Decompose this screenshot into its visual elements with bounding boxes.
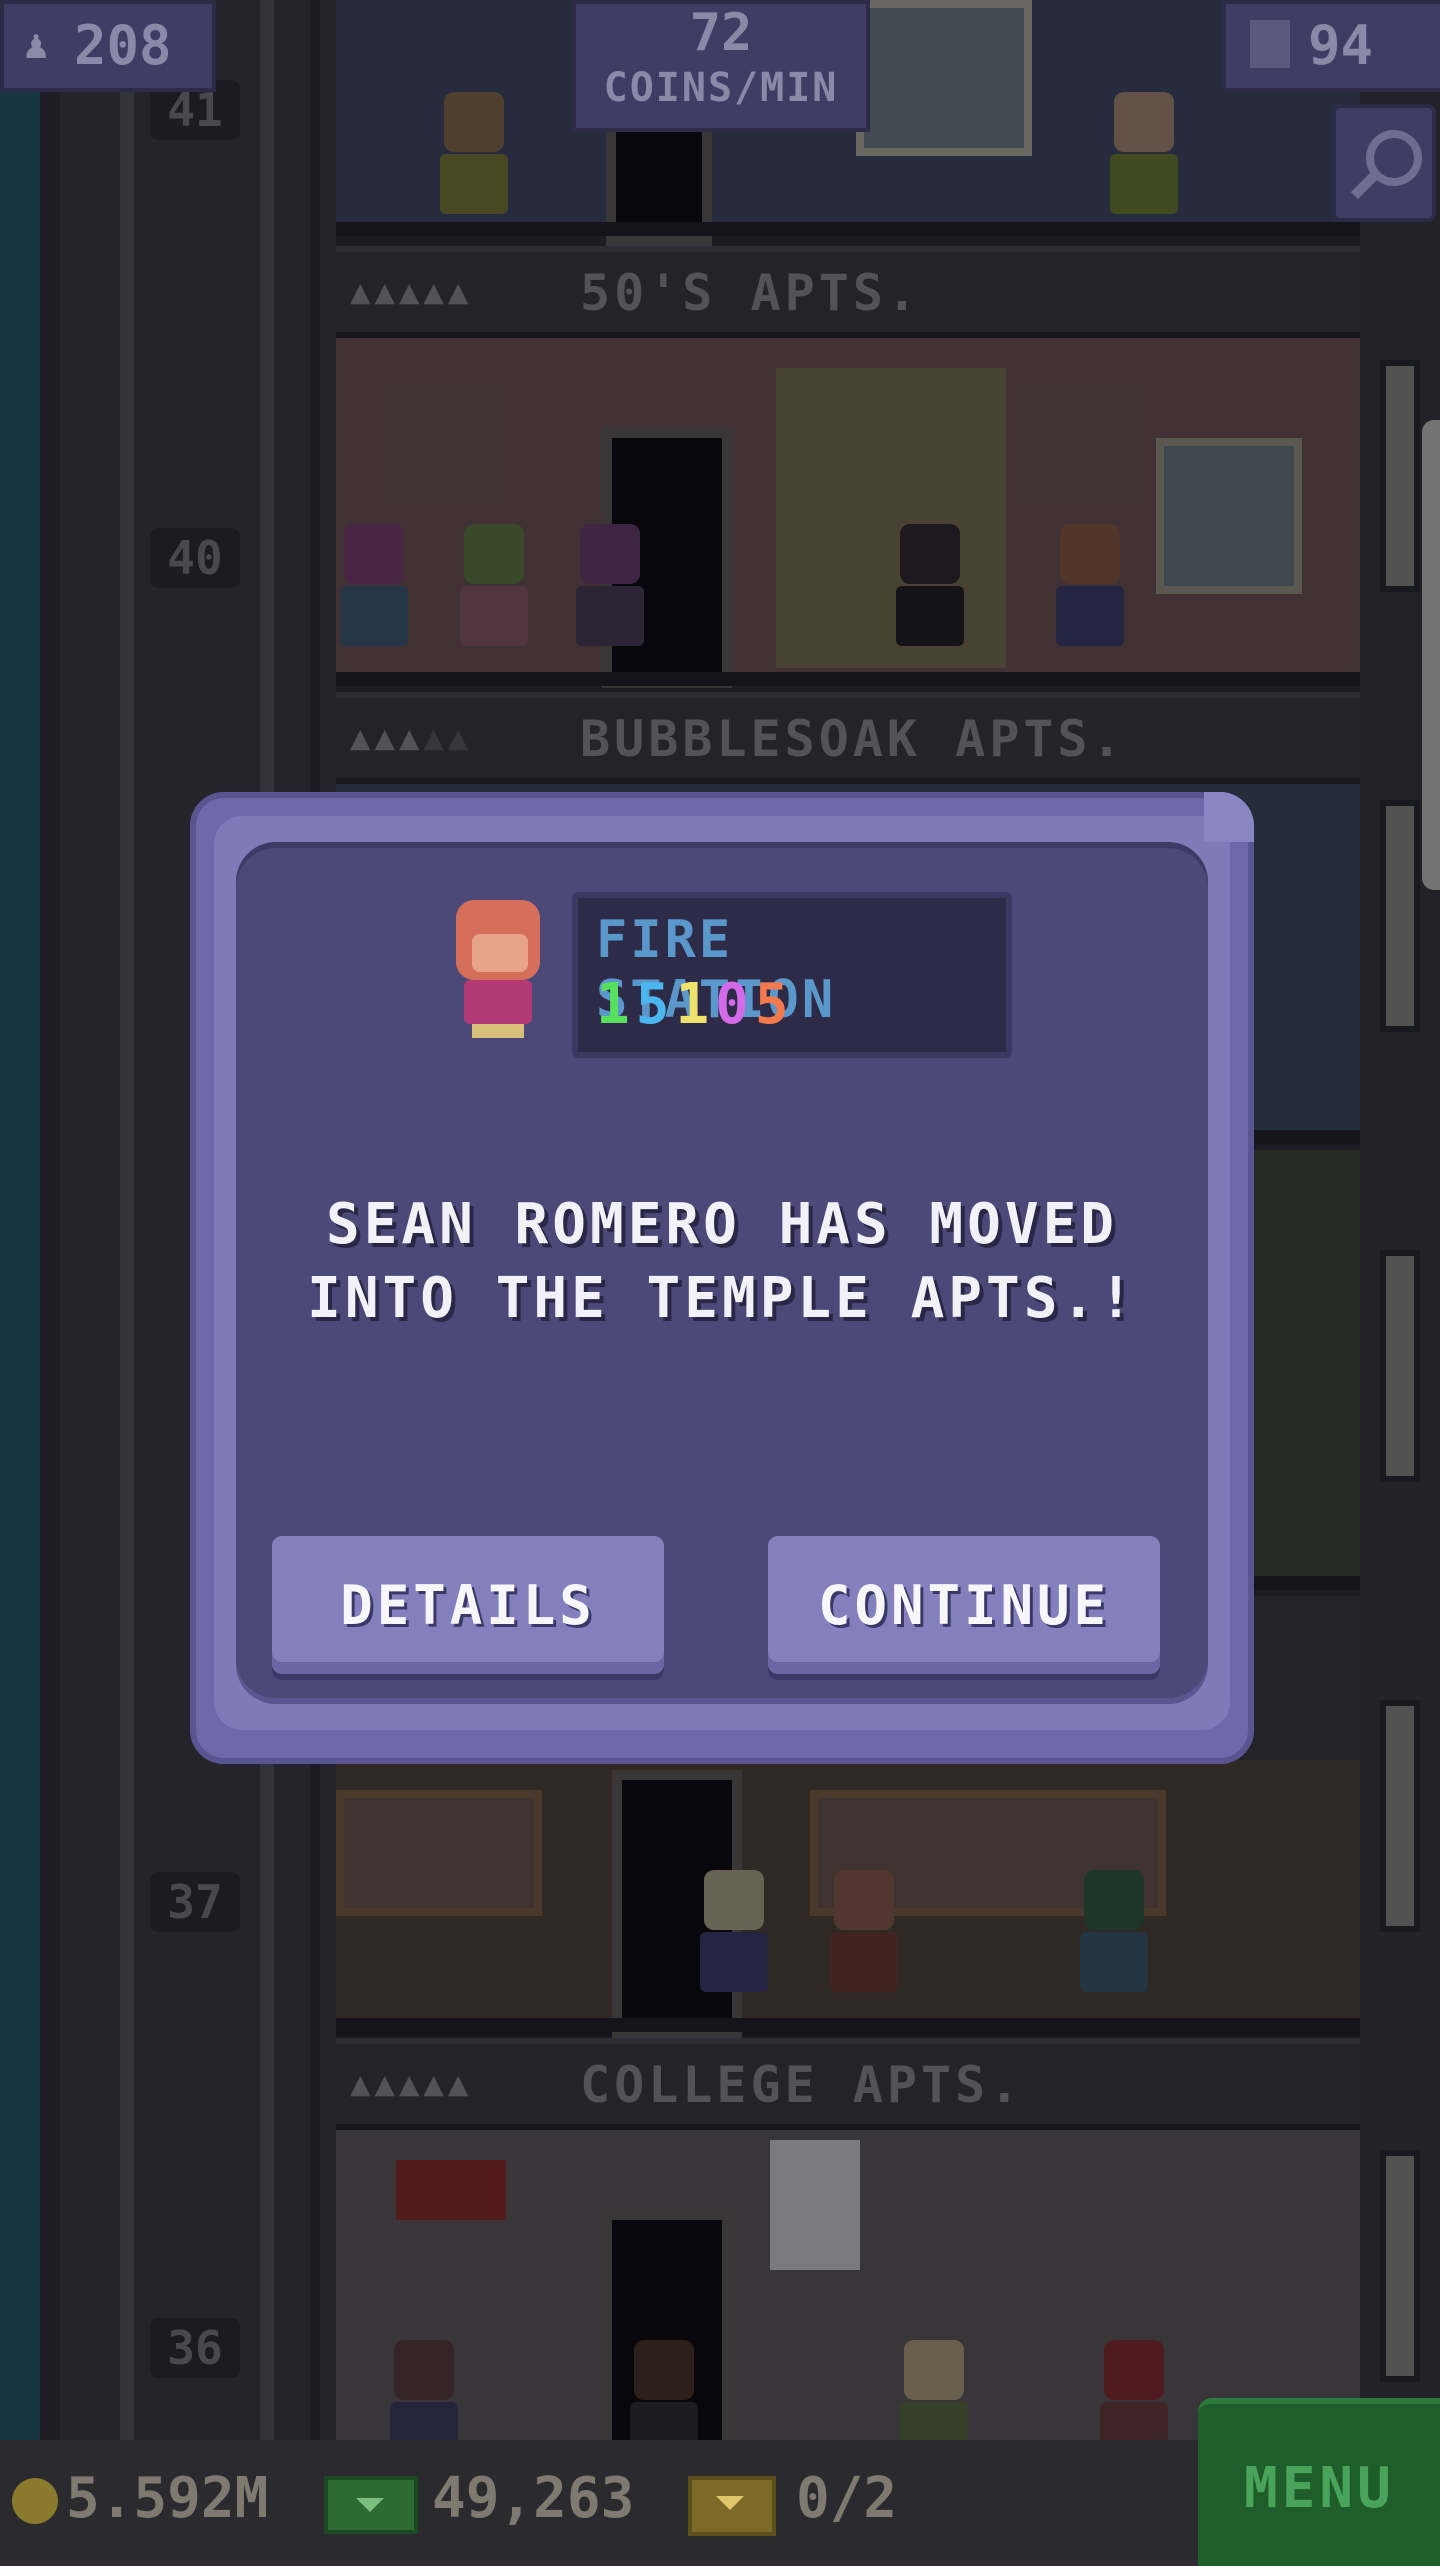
details-button[interactable]: DETAILS	[272, 1536, 664, 1674]
bux-value[interactable]: 49,263	[432, 2466, 634, 2531]
coin-icon	[12, 2478, 58, 2524]
bitizen-avatar[interactable]	[450, 900, 546, 1040]
coins-per-min-panel: 72 COINS/MIN	[572, 0, 870, 132]
person-icon: ♟	[24, 22, 49, 68]
message-line-2: INTO THE TEMPLE APTS.!	[307, 1266, 1137, 1331]
floors-counter[interactable]: 94	[1222, 0, 1440, 92]
dream-job-badge: FIRE STATION 15105	[572, 892, 1012, 1058]
population-value: 208	[74, 14, 172, 77]
floor-icon	[1250, 20, 1290, 68]
continue-button[interactable]: CONTINUE	[768, 1536, 1160, 1674]
coins-value[interactable]: 5.592M	[66, 2466, 268, 2531]
coins-per-min-label: COINS/MIN	[603, 65, 839, 111]
badge-number: 15105	[596, 972, 795, 1037]
coins-per-min-value: 72	[689, 3, 753, 63]
menu-label: MENU	[1244, 2456, 1395, 2521]
dialog-message: SEAN ROMERO HAS MOVED INTO THE TEMPLE AP…	[240, 1188, 1204, 1336]
ticket-icon	[688, 2476, 776, 2536]
population-counter[interactable]: ♟ 208	[0, 0, 216, 92]
floors-value: 94	[1308, 14, 1374, 77]
tickets-value[interactable]: 0/2	[796, 2466, 897, 2531]
menu-button[interactable]: MENU	[1198, 2398, 1440, 2566]
message-line-1: SEAN ROMERO HAS MOVED	[325, 1192, 1118, 1257]
search-button[interactable]	[1332, 104, 1436, 222]
bux-icon	[324, 2476, 418, 2534]
